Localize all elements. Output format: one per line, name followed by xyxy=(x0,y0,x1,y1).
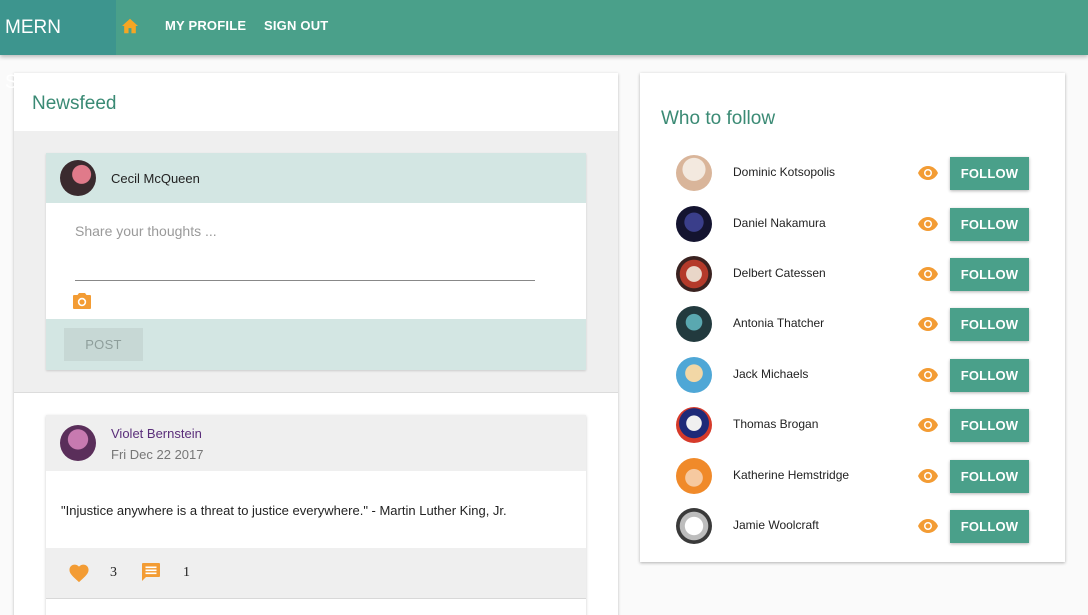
follow-button[interactable]: FOLLOW xyxy=(950,359,1029,392)
follow-list-item: Jamie Woolcraft FOLLOW xyxy=(640,506,1065,546)
eye-icon xyxy=(918,166,938,180)
composer-user-name: Cecil McQueen xyxy=(111,171,200,186)
follow-list-item: Thomas Brogan FOLLOW xyxy=(640,405,1065,445)
view-profile-button[interactable] xyxy=(917,165,939,181)
follow-list-item: Daniel Nakamura FOLLOW xyxy=(640,204,1065,244)
who-to-follow-title: Who to follow xyxy=(661,108,776,129)
post-button[interactable]: POST xyxy=(64,328,143,361)
view-profile-button[interactable] xyxy=(917,316,939,332)
view-profile-button[interactable] xyxy=(917,518,939,534)
avatar[interactable] xyxy=(60,425,96,461)
avatar[interactable] xyxy=(676,155,712,191)
view-profile-button[interactable] xyxy=(917,266,939,282)
home-button[interactable] xyxy=(118,14,142,38)
comment-button[interactable] xyxy=(141,562,161,582)
follow-user-name[interactable]: Delbert Catessen xyxy=(733,266,826,280)
follow-user-name[interactable]: Antonia Thatcher xyxy=(733,316,824,330)
eye-icon xyxy=(918,317,938,331)
upload-photo-button[interactable] xyxy=(72,292,92,310)
avatar[interactable] xyxy=(676,206,712,242)
eye-icon xyxy=(918,267,938,281)
follow-user-name[interactable]: Daniel Nakamura xyxy=(733,216,826,230)
eye-icon xyxy=(918,469,938,483)
follow-button[interactable]: FOLLOW xyxy=(950,308,1029,341)
view-profile-button[interactable] xyxy=(917,367,939,383)
eye-icon xyxy=(918,368,938,382)
thoughts-input[interactable] xyxy=(75,221,535,281)
post-header: Violet Bernstein Fri Dec 22 2017 xyxy=(46,415,586,471)
post-actions: 3 1 xyxy=(46,548,586,599)
camera-icon xyxy=(73,293,91,309)
nav-my-profile[interactable]: MY PROFILE xyxy=(165,0,246,52)
follow-user-name[interactable]: Katherine Hemstridge xyxy=(733,468,849,482)
follow-user-name[interactable]: Jamie Woolcraft xyxy=(733,518,819,532)
newsfeed-card: Newsfeed Cecil McQueen POST Violet B xyxy=(14,73,618,615)
follow-button[interactable]: FOLLOW xyxy=(950,157,1029,190)
like-button[interactable] xyxy=(68,563,90,583)
avatar xyxy=(60,160,96,196)
app-brand[interactable]: MERN Social xyxy=(0,0,116,93)
eye-icon xyxy=(918,519,938,533)
app-bar: MERN Social MY PROFILE SIGN OUT xyxy=(0,0,1088,93)
follow-user-name[interactable]: Thomas Brogan xyxy=(733,417,818,431)
follow-user-name[interactable]: Dominic Kotsopolis xyxy=(733,165,835,179)
composer-header: Cecil McQueen xyxy=(46,153,586,203)
comment-count: 1 xyxy=(183,565,190,580)
avatar[interactable] xyxy=(676,256,712,292)
post-author[interactable]: Violet Bernstein xyxy=(111,426,202,441)
follow-list-item: Dominic Kotsopolis FOLLOW xyxy=(640,153,1065,193)
eye-icon xyxy=(918,418,938,432)
new-post-composer: Cecil McQueen POST xyxy=(46,153,586,370)
heart-icon xyxy=(69,564,89,583)
follow-button[interactable]: FOLLOW xyxy=(950,258,1029,291)
post-date: Fri Dec 22 2017 xyxy=(111,447,204,462)
avatar[interactable] xyxy=(676,306,712,342)
avatar[interactable] xyxy=(676,407,712,443)
follow-user-name[interactable]: Jack Michaels xyxy=(733,367,808,381)
comment-icon xyxy=(142,563,160,581)
composer-footer: POST xyxy=(46,319,586,370)
avatar[interactable] xyxy=(676,357,712,393)
avatar[interactable] xyxy=(676,458,712,494)
nav-sign-out[interactable]: SIGN OUT xyxy=(264,0,328,52)
view-profile-button[interactable] xyxy=(917,417,939,433)
who-to-follow-card: Who to follow Dominic Kotsopolis FOLLOW … xyxy=(640,73,1065,562)
view-profile-button[interactable] xyxy=(917,468,939,484)
follow-button[interactable]: FOLLOW xyxy=(950,510,1029,543)
home-icon xyxy=(122,18,138,34)
post-text: "Injustice anywhere is a threat to justi… xyxy=(61,503,507,518)
avatar[interactable] xyxy=(676,508,712,544)
follow-list-item: Delbert Catessen FOLLOW xyxy=(640,254,1065,294)
follow-list-item: Antonia Thatcher FOLLOW xyxy=(640,304,1065,344)
follow-button[interactable]: FOLLOW xyxy=(950,208,1029,241)
post-card: Violet Bernstein Fri Dec 22 2017 "Injust… xyxy=(46,415,586,615)
eye-icon xyxy=(918,217,938,231)
composer-area: Cecil McQueen POST xyxy=(14,131,618,393)
like-count: 3 xyxy=(110,565,117,580)
follow-list-item: Jack Michaels FOLLOW xyxy=(640,355,1065,395)
follow-list-item: Katherine Hemstridge FOLLOW xyxy=(640,456,1065,496)
follow-button[interactable]: FOLLOW xyxy=(950,409,1029,442)
follow-button[interactable]: FOLLOW xyxy=(950,460,1029,493)
view-profile-button[interactable] xyxy=(917,216,939,232)
